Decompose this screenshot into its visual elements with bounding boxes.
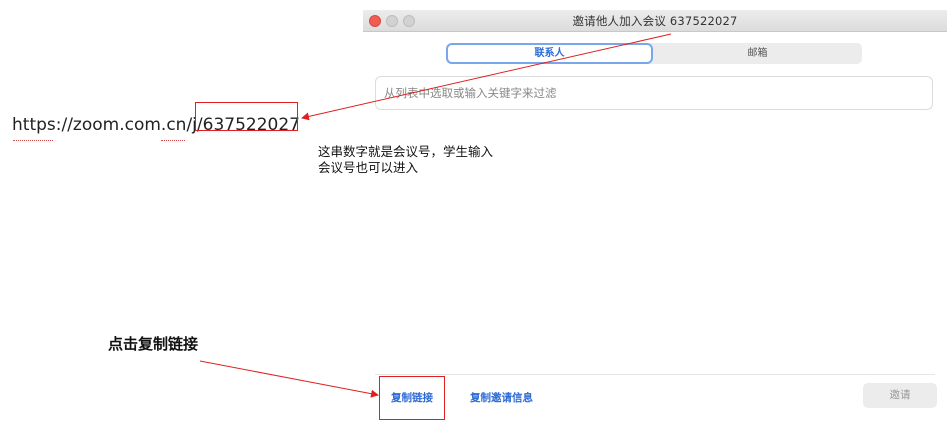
arrow-to-meeting-number bbox=[301, 33, 672, 121]
annotation-arrows bbox=[199, 33, 672, 398]
arrow-to-copy-link bbox=[199, 360, 379, 398]
